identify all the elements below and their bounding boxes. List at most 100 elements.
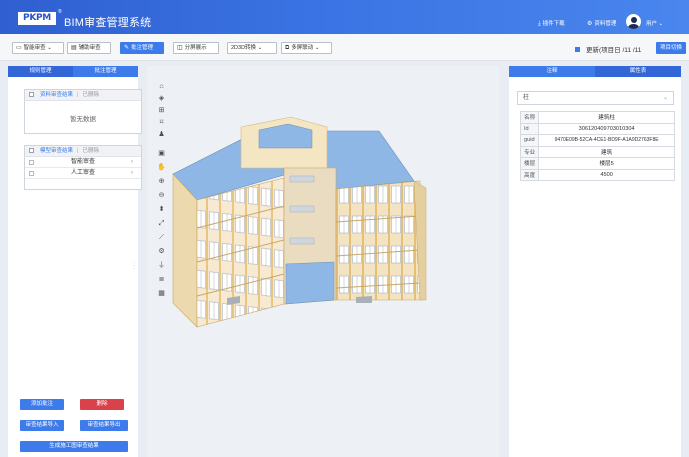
chevron-right-icon: › (131, 159, 133, 165)
app-title: BIM审查管理系统 (64, 17, 152, 29)
model-review-results-title: 模型审查结果 (40, 148, 74, 154)
split-screen-button[interactable]: ◫ 分屏展示 (173, 42, 219, 54)
property-value: 9470E09B-52CA-4CE1-BD9F-A1A9D2763F8E (538, 134, 675, 147)
chevron-right-icon: › (131, 170, 133, 176)
tab-rule-management[interactable]: 规则管理 (8, 66, 73, 77)
element-type-value: 柱 (523, 95, 530, 101)
property-value: 建筑 (538, 145, 675, 158)
multi-screen-label: 多屏联动 (291, 45, 314, 51)
split-screen-icon: ◫ (177, 45, 183, 51)
assist-review-button[interactable]: ▤ 辅助审查 (67, 42, 111, 54)
property-key: 专业 (519, 145, 540, 158)
note-icon: ✎ (124, 45, 130, 51)
left-panel: 规则管理 批注管理 资料审查结果 | 已删除 暂无数据 模型审查结果 | 已删除 智能审… (8, 66, 142, 457)
right-facade (335, 180, 421, 301)
table-row: 楼层 楼层5 (519, 157, 675, 170)
property-key: Id (519, 122, 540, 135)
user-menu-label: 用户 (646, 21, 658, 27)
model-review-results-header: 模型审查结果 | 已删除 (25, 146, 141, 157)
pkpm-logo: PKPM (18, 12, 56, 25)
assist-review-label: 辅助审查 (78, 45, 101, 51)
multi-screen-button[interactable]: ⧉ 多屏联动 ⌄ (281, 42, 332, 54)
plugin-download-link[interactable]: ⤓ 插件下载 (538, 19, 565, 28)
3d-viewport[interactable]: ⌂ ◈ ⊞ ⌑ ♟ ▣ ✋ ⊕ ⊖ ⬍ ⤢ ⟋ ⚙ ⏚ ≣ ▦ (147, 66, 499, 457)
resize-handle[interactable]: ··· (133, 260, 135, 272)
clipboard-icon: ▤ (71, 45, 77, 51)
left-tabs: 规则管理 批注管理 (8, 66, 138, 77)
select-all-checkbox[interactable] (29, 147, 34, 153)
top-header: PKPM ® BIM审查管理系统 ⤓ 插件下载 ⚙ 资料管理 用户 ⌄ (0, 0, 689, 34)
data-review-results-title: 资料审查结果 (40, 92, 74, 98)
project-info: 更新(项目日 /11 /11 (575, 44, 641, 54)
delete-button[interactable]: 删除 (80, 399, 124, 410)
export-results-button[interactable]: 审查结果导出 (80, 420, 128, 431)
add-annotation-button[interactable]: 添加批注 (20, 399, 64, 410)
divider: | (77, 148, 79, 154)
divider: | (77, 92, 79, 98)
data-review-results-header: 资料审查结果 | 已删除 (25, 90, 141, 101)
left-facade (196, 177, 285, 328)
chevron-down-icon: ⌄ (658, 21, 664, 27)
split-screen-label: 分屏展示 (184, 45, 207, 51)
chevron-down-icon: ⌄ (257, 45, 263, 51)
plugin-download-label: 插件下载 (542, 21, 565, 27)
tree-item-label: 智能审查 (70, 159, 95, 165)
multi-screen-icon: ⧉ (285, 45, 290, 51)
chevron-down-icon: ⌄ (47, 45, 52, 51)
annotation-manage-label: 批注管理 (131, 45, 154, 51)
table-row: Id 306120409703010304 (519, 122, 675, 135)
tree-item-smart-review[interactable]: 智能审查 › (25, 157, 141, 168)
property-table: 名称 建筑柱 Id 306120409703010304 guid 9470E0… (519, 111, 675, 181)
property-key: 高度 (519, 168, 540, 181)
tab-annotation-management[interactable]: 批注管理 (73, 66, 138, 77)
user-menu[interactable]: 用户 ⌄ (646, 19, 663, 27)
table-row: guid 9470E09B-52CA-4CE1-BD9F-A1A9D2763F8… (519, 134, 675, 147)
registered-mark: ® (58, 9, 62, 15)
empty-state: 暂无数据 (70, 116, 96, 123)
monitor-icon: ▭ (16, 45, 22, 51)
center-ground-plane (285, 261, 335, 305)
gear-icon: ⚙ (587, 21, 593, 27)
right-tabs: 注释 属性表 (509, 66, 681, 77)
user-avatar[interactable] (626, 14, 641, 29)
tree-item-label: 人工审查 (70, 170, 95, 176)
data-management-label: 资料管理 (594, 21, 617, 27)
model-review-results-box: 模型审查结果 | 已删除 智能审查 › 人工审查 › (24, 145, 142, 190)
2d3d-switch-button[interactable]: 2D3D转换 ⌄ (227, 42, 277, 54)
property-value: 306120409703010304 (538, 122, 675, 135)
property-value: 4500 (538, 168, 675, 181)
property-value: 楼层5 (538, 157, 675, 170)
delete-filter-link[interactable]: 已删除 (82, 92, 99, 98)
left-end-wall (172, 173, 198, 328)
element-type-select[interactable]: 柱 ⌄ (517, 91, 674, 105)
table-row: 高度 4500 (519, 168, 675, 181)
generate-results-button[interactable]: 生成施工图审查结果 (20, 441, 128, 452)
import-results-button[interactable]: 审查结果导入 (20, 420, 64, 431)
tab-property-table[interactable]: 属性表 (595, 66, 681, 77)
project-info-text: 更新(项目日 /11 /11 (586, 47, 642, 54)
2d3d-switch-label: 2D3D转换 (231, 45, 257, 51)
property-key: 楼层 (519, 157, 540, 170)
right-panel: 注释 属性表 柱 ⌄ 名称 建筑柱 Id 306120409703010304 … (509, 66, 681, 457)
property-value: 建筑柱 (538, 111, 675, 124)
tree-item-manual-review[interactable]: 人工审查 › (25, 168, 141, 179)
property-key: 名称 (519, 111, 540, 124)
tab-annotations[interactable]: 注释 (509, 66, 595, 77)
property-key: guid (519, 134, 540, 147)
building-model[interactable] (147, 66, 499, 457)
toolbar: ▭ 智能审查 ⌄ ▤ 辅助审查 ✎ 批注管理 ◫ 分屏展示 2D3D转换 ⌄ ⧉ 多屏联动… (0, 34, 689, 61)
smart-review-button[interactable]: ▭ 智能审查 ⌄ (12, 42, 64, 54)
download-icon: ⤓ (538, 21, 541, 27)
annotation-manage-button[interactable]: ✎ 批注管理 (120, 42, 164, 54)
table-row: 名称 建筑柱 (519, 111, 675, 124)
project-switch-button[interactable]: 项目切换 (656, 42, 686, 54)
delete-filter-link[interactable]: 已删除 (82, 148, 99, 154)
table-row: 专业 建筑 (519, 145, 675, 158)
chevron-down-icon: ⌄ (662, 95, 668, 101)
project-icon (575, 47, 580, 52)
smart-review-label: 智能审查 (23, 45, 46, 51)
data-management-link[interactable]: ⚙ 资料管理 (587, 19, 616, 27)
data-review-results-box: 资料审查结果 | 已删除 暂无数据 (24, 89, 142, 134)
select-all-checkbox[interactable] (29, 91, 34, 97)
chevron-down-icon: ⌄ (314, 45, 320, 51)
